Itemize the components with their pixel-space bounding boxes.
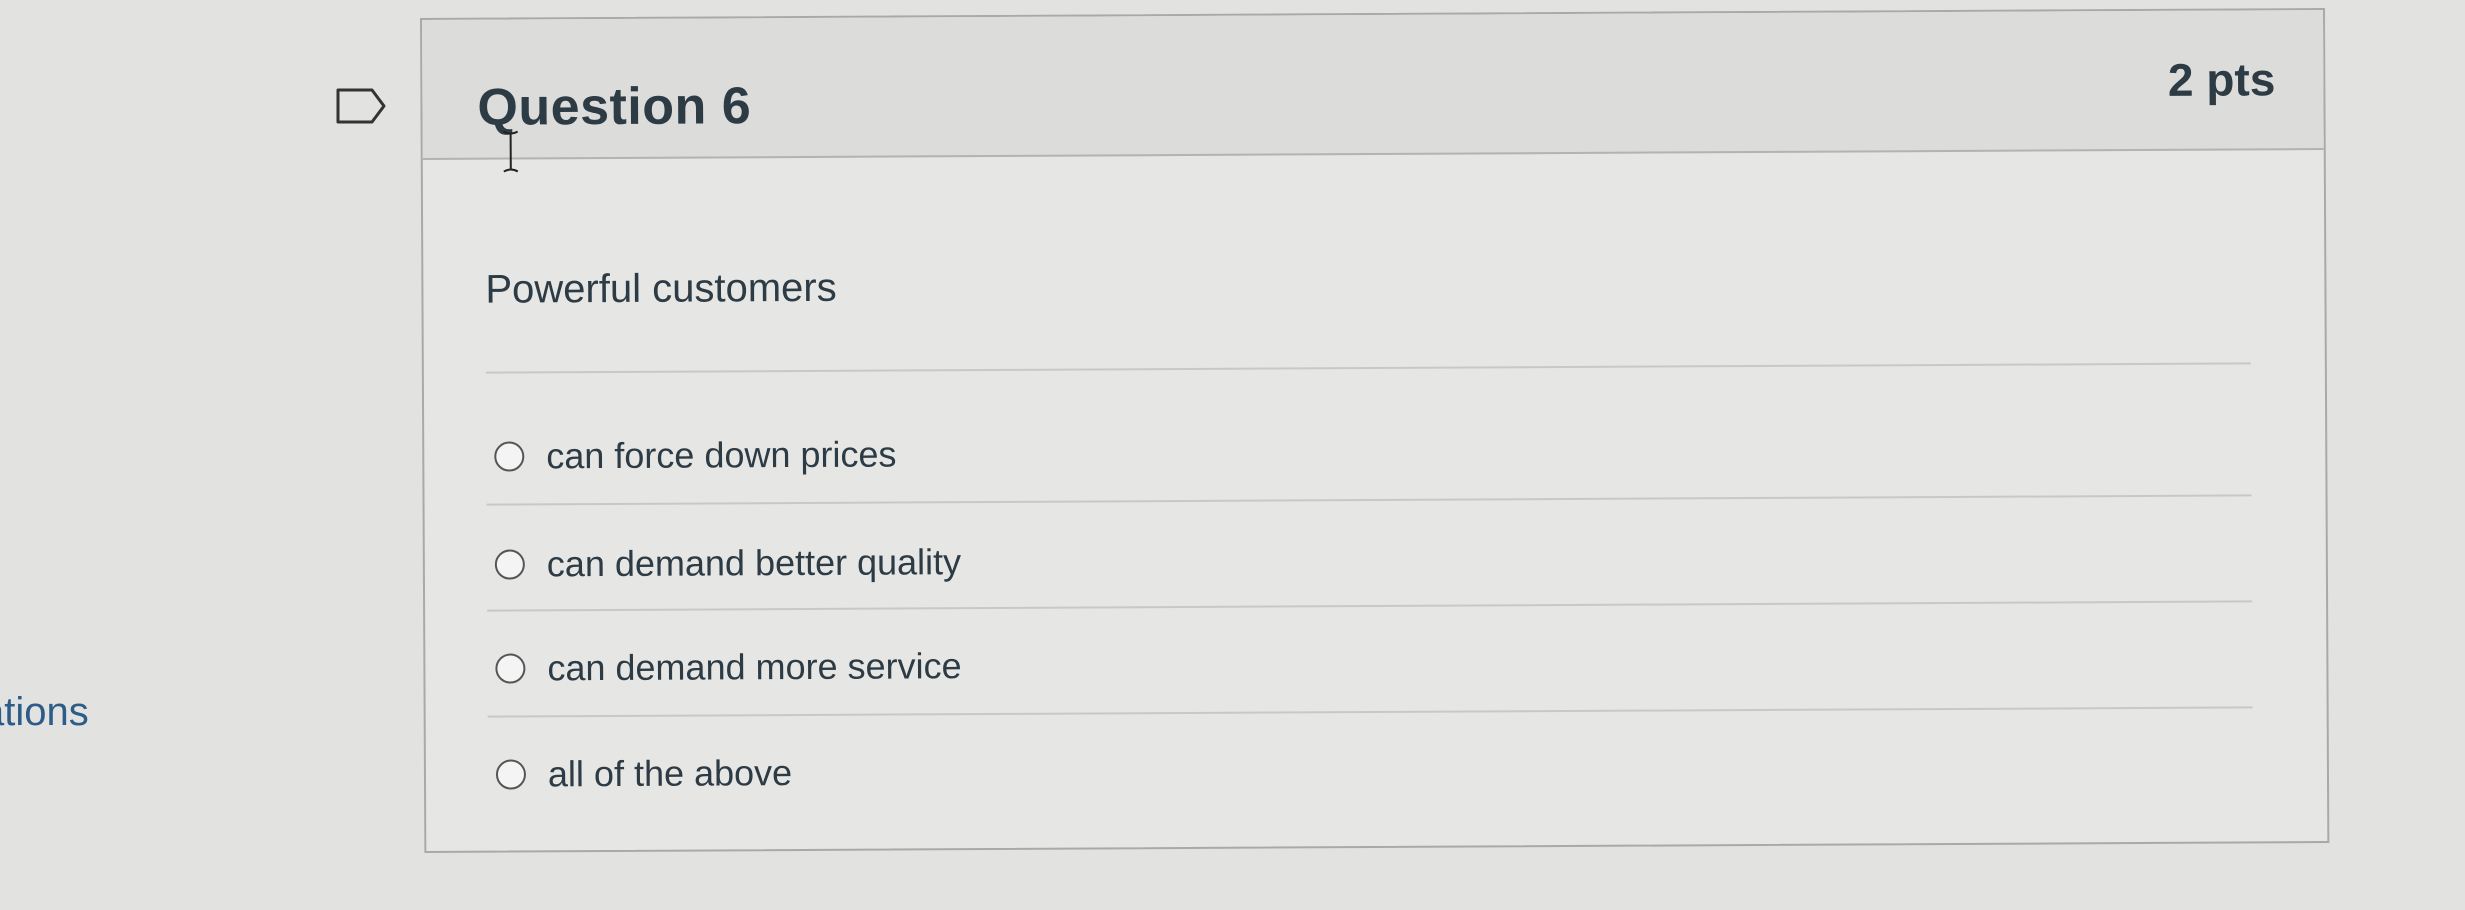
text-cursor-icon bbox=[503, 130, 519, 173]
flag-question-icon[interactable] bbox=[336, 86, 386, 126]
answer-label: can demand better quality bbox=[546, 541, 962, 585]
radio-button-icon[interactable] bbox=[495, 759, 527, 790]
answer-option-1[interactable]: can force down prices bbox=[494, 430, 897, 482]
answer-option-2[interactable]: can demand better quality bbox=[494, 537, 962, 589]
answer-option-4[interactable]: all of the above bbox=[495, 748, 793, 800]
question-points: 2 pts bbox=[2167, 53, 2276, 106]
question-divider bbox=[485, 362, 2251, 374]
answer-option-3[interactable]: can demand more service bbox=[495, 641, 962, 693]
radio-button-icon[interactable] bbox=[494, 441, 525, 472]
answer-divider bbox=[487, 706, 2253, 718]
sidebar-link-partial[interactable]: ations bbox=[0, 690, 89, 735]
answer-divider bbox=[486, 494, 2252, 506]
question-header: Question 6 2 pts bbox=[422, 10, 2324, 173]
answer-label: can force down prices bbox=[546, 433, 897, 477]
radio-button-icon[interactable] bbox=[495, 653, 526, 684]
radio-button-icon[interactable] bbox=[494, 549, 525, 580]
answer-divider bbox=[487, 600, 2253, 612]
answer-label: can demand more service bbox=[547, 645, 962, 689]
answer-label: all of the above bbox=[547, 752, 793, 795]
question-card: Question 6 2 pts Powerful customers can … bbox=[420, 8, 2330, 853]
question-text: Powerful customers bbox=[485, 265, 837, 312]
